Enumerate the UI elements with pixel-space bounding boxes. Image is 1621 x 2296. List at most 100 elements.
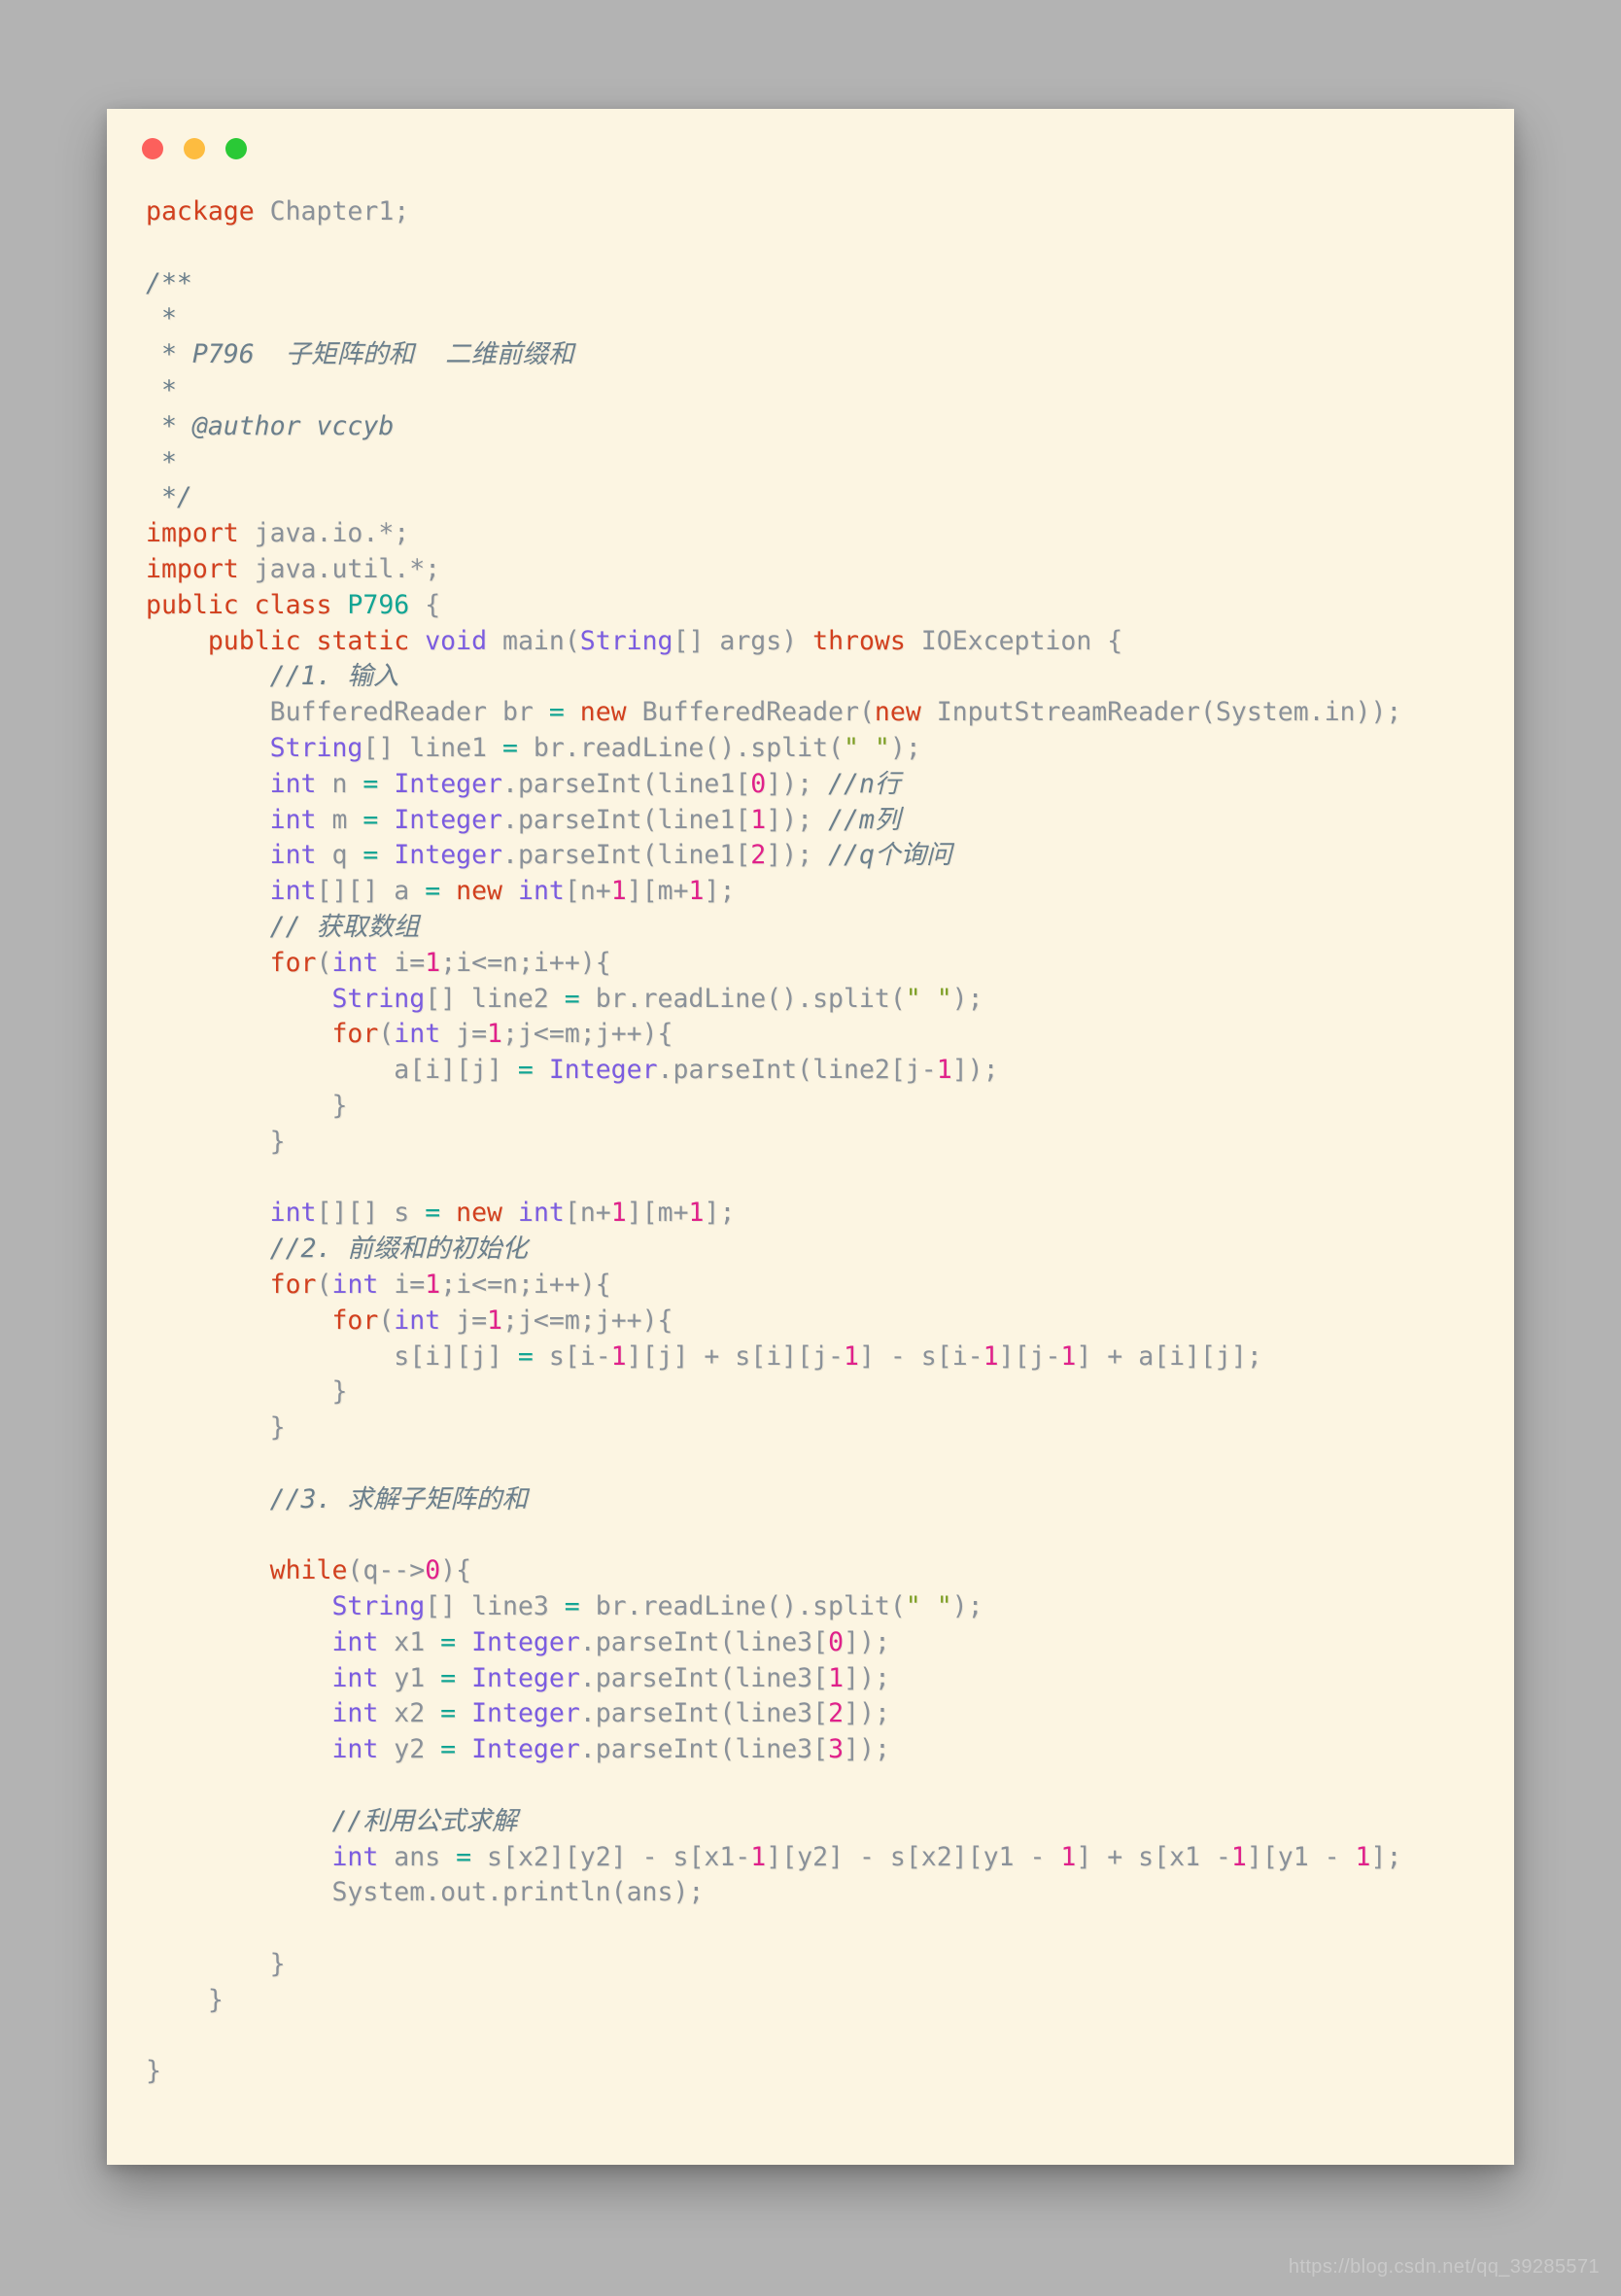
code-token: [] line1 [362, 732, 502, 763]
code-token: Integer [394, 804, 503, 835]
code-token: System.out.println(ans); [146, 1877, 705, 1908]
code-token: = [362, 804, 379, 835]
code-token: br.readLine().split( [579, 983, 906, 1014]
code-token: InputStreamReader(System.in)); [920, 697, 1402, 728]
code-token: 1 [844, 1340, 859, 1372]
code-token: 1 [425, 1269, 441, 1300]
code-token: .parseInt(line3[ [579, 1662, 829, 1693]
code-token: Integer [394, 768, 503, 799]
code-token: 1 [688, 1198, 705, 1229]
code-snippet-window: package Chapter1; /** * * P796 子矩阵的和 二维前… [107, 109, 1514, 2165]
code-token: while [269, 1555, 348, 1586]
code-token: ]); [844, 1698, 890, 1729]
code-token: ][y1 - [1246, 1841, 1356, 1872]
close-window-icon[interactable] [142, 138, 163, 159]
code-token: ( [316, 1269, 332, 1300]
code-token: 1 [1060, 1841, 1077, 1872]
code-token: m [316, 804, 363, 835]
code-token: i= [378, 947, 426, 978]
code-token: = [440, 1662, 457, 1693]
code-token: int [331, 947, 379, 978]
code-token: ); [889, 732, 921, 763]
code-token: ] - s[i- [858, 1340, 983, 1372]
code-token: public class [146, 589, 332, 620]
code-token: new [874, 697, 921, 728]
code-token: j= [440, 1019, 488, 1050]
code-token: (q--> [347, 1555, 426, 1586]
code-token: int [331, 1662, 379, 1693]
code-token: int [331, 1698, 379, 1729]
code-token: 1 [610, 1340, 627, 1372]
code-token: // 获取数组 [269, 911, 420, 942]
watermark-url: https://blog.csdn.net/qq_39285571 [1288, 2256, 1600, 2278]
code-token: Integer [471, 1734, 580, 1765]
code-token: = [517, 1055, 534, 1086]
code-token: new [579, 697, 627, 728]
code-token: Integer [394, 840, 503, 871]
code-token: 1 [1355, 1841, 1371, 1872]
code-token: new [456, 876, 503, 907]
code-token: } [146, 1126, 286, 1157]
code-token: 1 [425, 947, 441, 978]
code-token: //n行 [828, 768, 901, 799]
code-token: .parseInt(line1[ [502, 804, 751, 835]
code-token: P796 [347, 589, 410, 620]
code-token: ]); [766, 768, 829, 799]
code-token: int [269, 804, 317, 835]
code-token: for [269, 1269, 317, 1300]
code-token: [] line3 [425, 1591, 565, 1622]
code-token: for [331, 1019, 379, 1050]
code-token: 1 [610, 1198, 627, 1229]
minimize-window-icon[interactable] [184, 138, 205, 159]
code-token: //m列 [828, 804, 901, 835]
code-token: 2 [750, 840, 767, 871]
code-token: int [331, 1734, 379, 1765]
code-token: 0 [425, 1555, 441, 1586]
code-token: .parseInt(line1[ [502, 768, 751, 799]
code-token: int [517, 1198, 565, 1229]
code-token: java.io.*; [238, 518, 410, 549]
code-token: 1 [750, 1841, 767, 1872]
code-token: * [146, 374, 177, 405]
code-token: ][y2] - s[x2][y1 - [766, 1841, 1061, 1872]
code-token: Chapter1; [254, 196, 410, 226]
code-token: public static [207, 625, 410, 656]
code-token: s[i- [533, 1340, 611, 1372]
code-token: = [564, 983, 580, 1014]
source-code-block: package Chapter1; /** * * P796 子矩阵的和 二维前… [146, 194, 1475, 2090]
code-token: ); [951, 983, 983, 1014]
code-token: " " [905, 1591, 952, 1622]
code-token: ){ [440, 1555, 472, 1586]
code-token: = [548, 697, 565, 728]
code-token: } [146, 1949, 286, 1980]
code-token: = [517, 1340, 534, 1372]
code-token: q [316, 840, 363, 871]
code-token: String [331, 1591, 426, 1622]
code-token: .parseInt(line2[j- [657, 1055, 937, 1086]
code-token: ]); [844, 1626, 890, 1657]
code-token: } [146, 1090, 348, 1121]
code-token: int [331, 1841, 379, 1872]
code-token: * [146, 446, 177, 477]
code-token: { [409, 589, 441, 620]
code-token: //q个询问 [828, 840, 952, 871]
code-token: int [394, 1019, 441, 1050]
maximize-window-icon[interactable] [225, 138, 247, 159]
code-token: main( [487, 625, 580, 656]
code-token: j= [440, 1305, 488, 1336]
